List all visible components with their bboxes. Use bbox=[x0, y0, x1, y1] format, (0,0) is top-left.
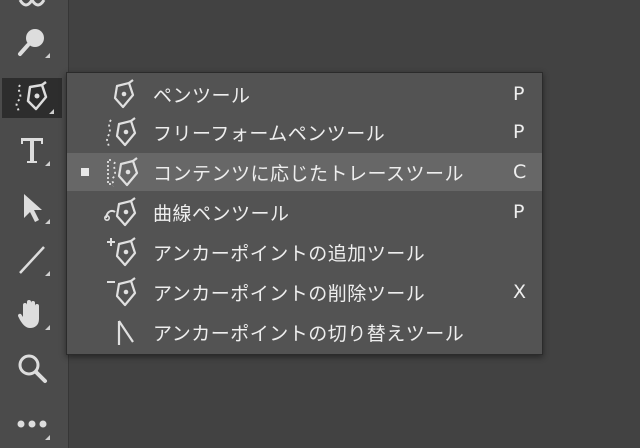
line-tool-icon[interactable] bbox=[8, 240, 56, 280]
menu-item-convert-point-tool[interactable]: アンカーポイントの切り替えツール bbox=[67, 313, 542, 351]
add-anchor-point-tool-icon bbox=[107, 237, 137, 267]
partial-tool-icon[interactable] bbox=[8, 0, 56, 18]
curvature-pen-tool-icon bbox=[103, 197, 137, 227]
menu-item-label: フリーフォームペンツール bbox=[153, 122, 386, 145]
menu-item-label: ペンツール bbox=[153, 84, 251, 107]
menu-item-content-aware-tracing-tool[interactable]: コンテンツに応じたトレースツール C bbox=[67, 153, 542, 191]
zoom-tool-icon[interactable] bbox=[8, 348, 56, 388]
menu-item-label: コンテンツに応じたトレースツール bbox=[153, 162, 465, 185]
active-tool-bullet bbox=[81, 168, 89, 176]
curvature-pen-tool-icon[interactable] bbox=[2, 78, 62, 118]
menu-item-delete-anchor-point-tool[interactable]: アンカーポイントの削除ツール X bbox=[67, 273, 542, 311]
menu-item-pen-tool[interactable]: ペンツール P bbox=[67, 75, 542, 113]
menu-item-label: アンカーポイントの削除ツール bbox=[153, 282, 426, 305]
convert-point-tool-icon bbox=[117, 320, 134, 345]
menu-item-add-anchor-point-tool[interactable]: アンカーポイントの追加ツール bbox=[67, 233, 542, 271]
shortcut-key: X bbox=[513, 281, 527, 303]
shortcut-key: P bbox=[513, 201, 525, 223]
shortcut-key: C bbox=[513, 161, 527, 183]
delete-anchor-point-tool-icon bbox=[107, 277, 137, 307]
menu-item-label: アンカーポイントの追加ツール bbox=[153, 242, 426, 265]
more-tools-icon[interactable] bbox=[8, 404, 56, 444]
stamp-tool-icon[interactable] bbox=[8, 22, 56, 62]
pen-tool-icon bbox=[113, 79, 135, 109]
shortcut-key: P bbox=[513, 83, 525, 105]
menu-item-freeform-pen-tool[interactable]: フリーフォームペンツール P bbox=[67, 113, 542, 151]
pen-tools-flyout-menu: ペンツール P フリーフォームペンツール P コンテンツに応じたトレースツール … bbox=[66, 72, 543, 355]
menu-item-curvature-pen-tool[interactable]: 曲線ペンツール P bbox=[67, 193, 542, 231]
path-selection-tool-icon[interactable] bbox=[8, 188, 56, 228]
tools-panel bbox=[0, 0, 69, 448]
type-tool-icon[interactable] bbox=[8, 130, 56, 170]
shortcut-key: P bbox=[513, 121, 525, 143]
freeform-pen-tool-icon bbox=[106, 117, 137, 148]
content-aware-tracing-tool-icon bbox=[107, 157, 139, 187]
menu-item-label: 曲線ペンツール bbox=[153, 202, 290, 225]
menu-item-label: アンカーポイントの切り替えツール bbox=[153, 322, 465, 345]
hand-tool-icon[interactable] bbox=[8, 294, 56, 334]
